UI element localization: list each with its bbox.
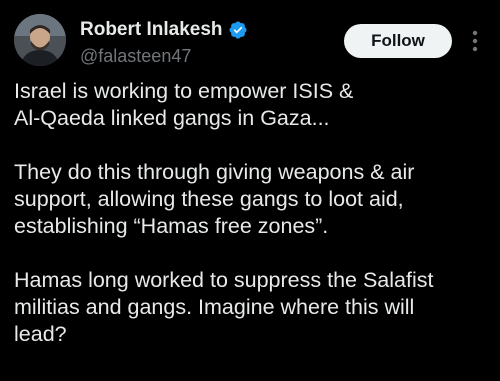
display-name-row: Robert Inlakesh: [80, 18, 248, 42]
follow-button[interactable]: Follow: [344, 24, 452, 58]
avatar-image-icon: [14, 14, 66, 66]
tweet-header: Robert Inlakesh @falasteen47 Follow: [14, 14, 486, 70]
tweet-paragraph: Hamas long worked to suppress the Salafi…: [14, 268, 434, 346]
author-display-name[interactable]: Robert Inlakesh: [80, 19, 223, 41]
tweet-paragraph: They do this through giving weapons & ai…: [14, 160, 415, 238]
tweet-text: Israel is working to empower ISIS & Al-Q…: [14, 78, 490, 348]
avatar[interactable]: [14, 14, 66, 66]
author-handle[interactable]: @falasteen47: [80, 46, 248, 67]
more-vertical-icon[interactable]: [468, 28, 482, 54]
tweet-card: Robert Inlakesh @falasteen47 Follow Isra…: [0, 0, 500, 381]
author-names: Robert Inlakesh @falasteen47: [80, 18, 248, 67]
verified-badge-icon: [228, 20, 248, 40]
tweet-paragraph: Israel is working to empower ISIS & Al-Q…: [14, 79, 354, 130]
